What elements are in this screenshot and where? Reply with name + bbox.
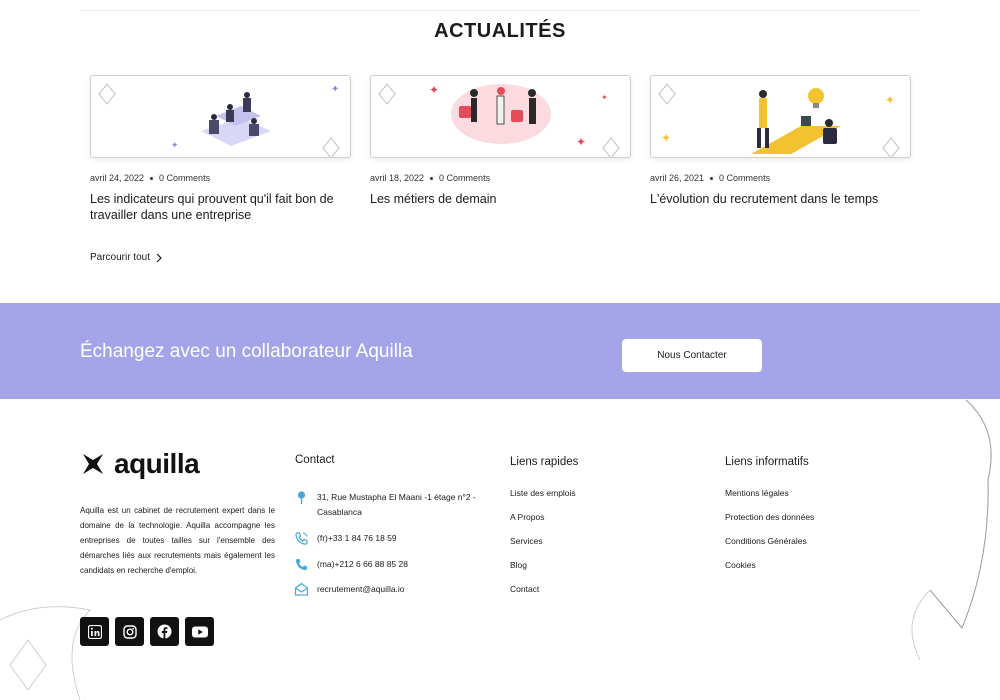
news-card-meta: avril 18, 2022 0 Comments bbox=[370, 173, 631, 183]
logo-text: aquilla bbox=[114, 448, 200, 479]
quick-links-list: Liste des emplois A Propos Services Blog… bbox=[510, 488, 576, 608]
linkedin-icon bbox=[87, 624, 102, 639]
phone-ma-text: (ma)+212 6 66 88 85 28 bbox=[317, 559, 408, 569]
post-comments[interactable]: 0 Comments bbox=[439, 173, 490, 183]
post-comments[interactable]: 0 Comments bbox=[719, 173, 770, 183]
post-title[interactable]: L'évolution du recrutement dans le temps bbox=[650, 191, 911, 207]
phone-fr-item[interactable]: (fr)+33 1 84 76 18 59 bbox=[294, 531, 494, 546]
facebook-link[interactable] bbox=[150, 617, 179, 646]
phone-fr-text: (fr)+33 1 84 76 18 59 bbox=[317, 533, 397, 543]
youtube-icon bbox=[191, 626, 208, 637]
facebook-icon bbox=[157, 624, 172, 639]
contact-heading: Contact bbox=[295, 454, 335, 466]
chevron-right-icon bbox=[156, 253, 162, 262]
company-description: Aquilla est un cabinet de recrutement ex… bbox=[80, 506, 275, 575]
svg-text:✦: ✦ bbox=[885, 93, 895, 107]
news-card[interactable]: ✦ ✦ avril 24, 2022 0 Comments Les indica… bbox=[90, 75, 351, 223]
envelope-icon bbox=[294, 582, 309, 596]
office-illustration: ✦ ✦ bbox=[98, 83, 340, 157]
aquilla-logo[interactable]: aquilla bbox=[80, 448, 200, 480]
post-date: avril 24, 2022 bbox=[90, 173, 145, 183]
cta-text: Échangez avec un collaborateur Aquilla bbox=[80, 341, 413, 362]
quick-link-blog[interactable]: Blog bbox=[510, 560, 576, 584]
youtube-link[interactable] bbox=[185, 617, 214, 646]
news-card[interactable]: ✦ ✦ avril 26, 2021 0 Comments L'évolutio… bbox=[650, 75, 911, 207]
separator-dot bbox=[710, 176, 714, 180]
contact-us-button[interactable]: Nous Contacter bbox=[622, 339, 762, 372]
svg-text:✦: ✦ bbox=[331, 84, 339, 95]
separator-dot bbox=[150, 176, 154, 180]
phone-call-icon bbox=[295, 532, 308, 545]
email-text: recrutement@aquilla.io bbox=[317, 584, 405, 594]
info-link-privacy[interactable]: Protection des données bbox=[725, 512, 814, 536]
svg-text:✦: ✦ bbox=[429, 83, 439, 97]
news-card[interactable]: ✦ ✦ ✦ avril 18, 2022 0 Comments Les méti… bbox=[370, 75, 631, 207]
svg-text:✦: ✦ bbox=[661, 131, 671, 145]
post-comments[interactable]: 0 Comments bbox=[159, 173, 210, 183]
news-section-title: ACTUALITÉS bbox=[434, 20, 566, 42]
svg-text:✦: ✦ bbox=[576, 135, 586, 149]
phone-icon bbox=[296, 559, 307, 571]
news-card-thumbnail[interactable]: ✦ ✦ ✦ bbox=[370, 75, 631, 158]
quick-link-contact[interactable]: Contact bbox=[510, 584, 576, 608]
map-pin-icon bbox=[297, 491, 306, 504]
browse-all-link[interactable]: Parcourir tout bbox=[90, 252, 163, 263]
quick-link-services[interactable]: Services bbox=[510, 536, 576, 560]
info-link-cookies[interactable]: Cookies bbox=[725, 560, 814, 584]
address-item: 31, Rue Mustapha El Maani -1 étage n°2 -… bbox=[294, 490, 494, 520]
quick-links-heading: Liens rapides bbox=[510, 456, 579, 468]
social-links bbox=[80, 617, 214, 646]
puzzle-idea-illustration: ✦ ✦ bbox=[658, 83, 900, 157]
instagram-icon bbox=[122, 624, 137, 639]
email-item[interactable]: recrutement@aquilla.io bbox=[294, 582, 494, 597]
svg-text:✦: ✦ bbox=[601, 93, 608, 102]
post-title[interactable]: Les métiers de demain bbox=[370, 191, 631, 207]
info-link-terms[interactable]: Conditions Générales bbox=[725, 536, 814, 560]
post-date: avril 26, 2021 bbox=[650, 173, 705, 183]
separator-dot bbox=[430, 176, 434, 180]
aquilla-star-icon bbox=[83, 454, 103, 474]
browse-all-label: Parcourir tout bbox=[90, 252, 151, 263]
top-divider bbox=[80, 10, 920, 11]
info-link-legal[interactable]: Mentions légales bbox=[725, 488, 814, 512]
contact-cta-band: Échangez avec un collaborateur Aquilla N… bbox=[0, 303, 1000, 399]
info-links-list: Mentions légales Protection des données … bbox=[725, 488, 814, 584]
news-card-thumbnail[interactable]: ✦ ✦ bbox=[90, 75, 351, 158]
post-title[interactable]: Les indicateurs qui prouvent qu'il fait … bbox=[90, 191, 351, 223]
quick-link-jobs[interactable]: Liste des emplois bbox=[510, 488, 576, 512]
info-links-heading: Liens informatifs bbox=[725, 456, 809, 468]
phone-ma-item[interactable]: (ma)+212 6 66 88 85 28 bbox=[294, 557, 494, 572]
news-card-meta: avril 26, 2021 0 Comments bbox=[650, 173, 911, 183]
address-text: 31, Rue Mustapha El Maani -1 étage n°2 -… bbox=[317, 492, 476, 517]
linkedin-link[interactable] bbox=[80, 617, 109, 646]
svg-text:✦: ✦ bbox=[171, 140, 179, 150]
quick-link-about[interactable]: A Propos bbox=[510, 512, 576, 536]
instagram-link[interactable] bbox=[115, 617, 144, 646]
team-puzzle-illustration: ✦ ✦ ✦ bbox=[378, 83, 620, 157]
news-card-meta: avril 24, 2022 0 Comments bbox=[90, 173, 351, 183]
post-date: avril 18, 2022 bbox=[370, 173, 425, 183]
news-card-thumbnail[interactable]: ✦ ✦ bbox=[650, 75, 911, 158]
